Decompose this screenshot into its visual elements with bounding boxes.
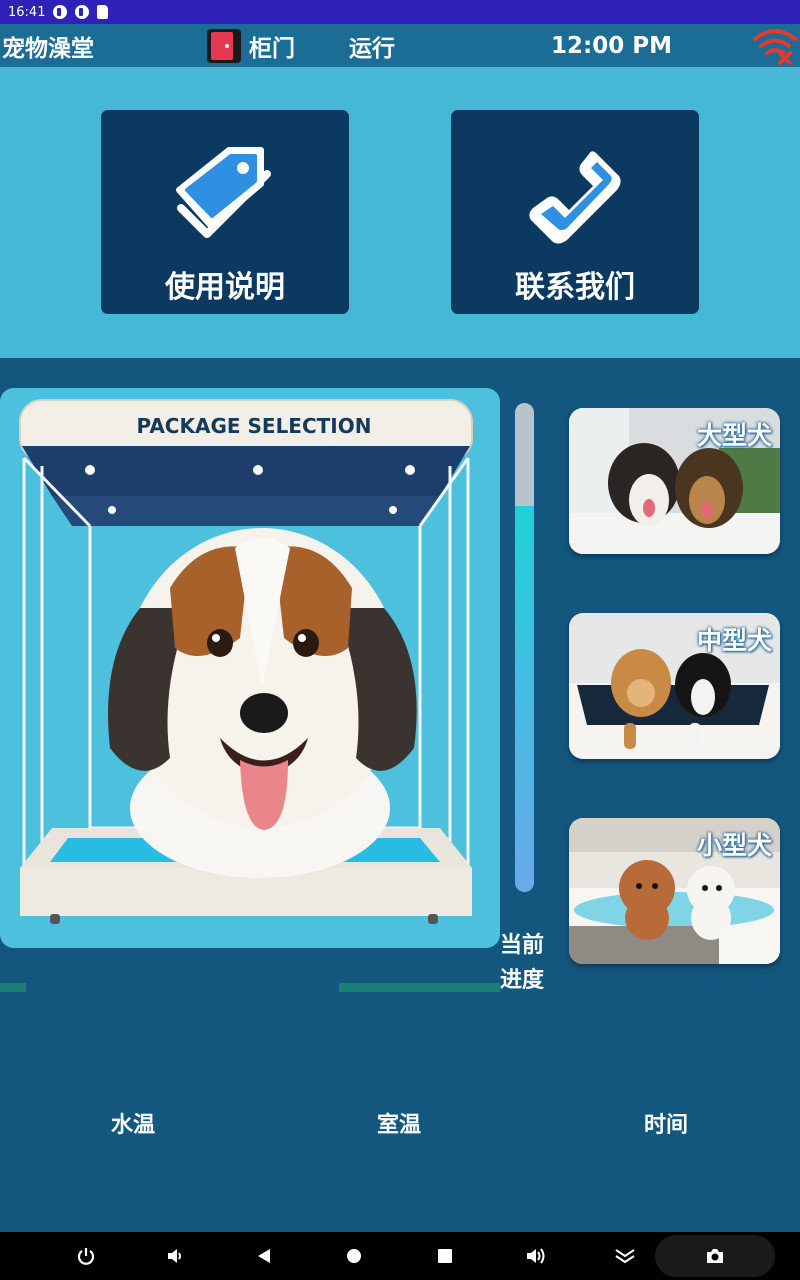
medium-dog-label: 中型犬 [696, 626, 772, 655]
small-dog-card[interactable]: 小型犬 [569, 818, 780, 964]
manual-button[interactable]: 使用说明 [101, 110, 349, 314]
door-icon [207, 28, 241, 63]
room-temp-label: 室温 [376, 1113, 421, 1138]
dog-bath-illustration: PACKAGE SELECTION [0, 388, 500, 948]
recents-icon[interactable] [433, 1244, 457, 1268]
small-dog-label: 小型犬 [696, 831, 772, 860]
phone-icon [529, 151, 621, 244]
progress-label: 当前进度 [500, 933, 545, 993]
camera-icon[interactable] [703, 1244, 727, 1268]
door-indicator[interactable]: 柜门 [207, 24, 295, 67]
clock: 12:00 PM [551, 32, 672, 59]
back-icon[interactable] [252, 1244, 276, 1268]
door-label: 柜门 [249, 35, 295, 62]
large-dog-label: 大型犬 [696, 421, 772, 450]
divider-left [0, 983, 26, 992]
home-icon[interactable] [342, 1244, 366, 1268]
power-icon[interactable] [74, 1244, 98, 1268]
run-status: 运行 [349, 35, 395, 62]
time-label: 时间 [643, 1113, 688, 1138]
medium-dog-card[interactable]: 中型犬 [569, 613, 780, 759]
wifi-off-icon [752, 24, 798, 67]
top-panel: 使用说明 联系我们 [0, 67, 800, 358]
contact-button[interactable]: 联系我们 [451, 110, 699, 314]
large-dog-card[interactable]: 大型犬 [569, 408, 780, 554]
water-temp-label: 水温 [110, 1113, 155, 1138]
notification-icon [53, 5, 68, 19]
notification-icon-2 [75, 5, 90, 19]
navigation-bar [0, 1232, 800, 1280]
progress-bar [515, 403, 534, 892]
status-time: 16:41 [8, 4, 46, 20]
manual-label: 使用说明 [165, 270, 285, 305]
expand-icon[interactable] [613, 1244, 637, 1268]
title-bar: 宠物澡堂 柜门 运行 12:00 PM [0, 24, 800, 67]
volume-down-icon[interactable] [163, 1244, 187, 1268]
volume-up-icon[interactable] [524, 1244, 548, 1268]
progress-fill [515, 505, 534, 892]
status-bar: 16:41 [0, 0, 800, 24]
sd-card-icon [97, 5, 109, 19]
app-title: 宠物澡堂 [2, 35, 94, 62]
price-tag-icon [176, 147, 271, 238]
divider-right [339, 983, 500, 992]
package-selection-panel: PACKAGE SELECTION [0, 388, 500, 948]
contact-label: 联系我们 [515, 270, 635, 305]
package-banner: PACKAGE SELECTION [137, 414, 372, 438]
